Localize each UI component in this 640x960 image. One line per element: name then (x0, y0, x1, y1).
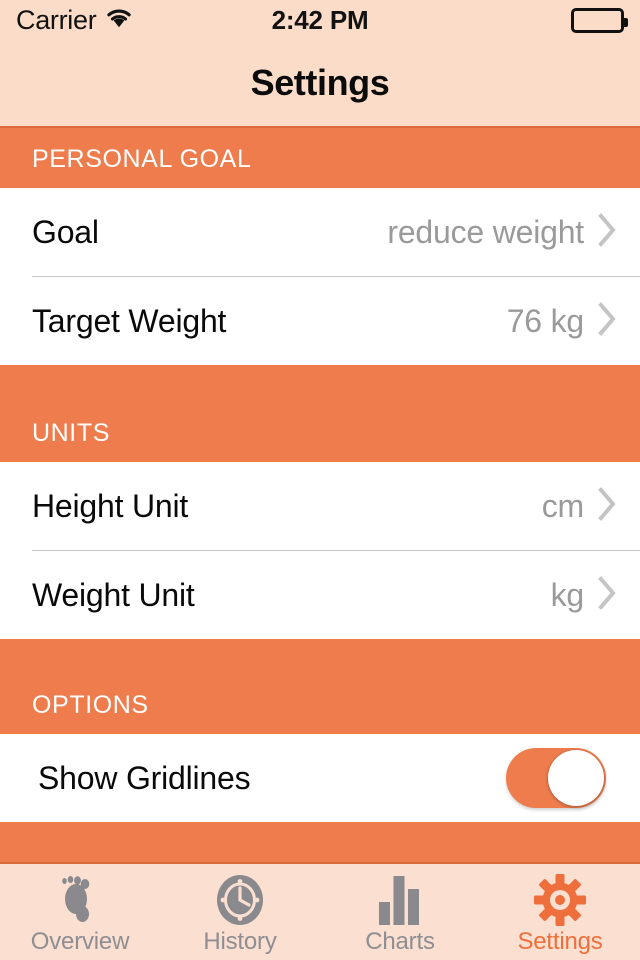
clock-icon (215, 874, 265, 926)
tab-label: History (203, 928, 277, 955)
row-title: Show Gridlines (38, 759, 251, 796)
show-gridlines-toggle[interactable] (506, 748, 606, 808)
row-target-weight[interactable]: Target Weight 76 kg (0, 277, 640, 365)
carrier-label: Carrier (16, 4, 97, 35)
row-goal[interactable]: Goal reduce weight (0, 188, 640, 276)
table-footer-space (0, 822, 640, 862)
tab-label: Overview (30, 928, 130, 955)
row-accessory-group: 76 kg (506, 301, 618, 341)
row-accessory-group (506, 748, 606, 808)
status-bar-right (571, 7, 628, 33)
wifi-icon (105, 7, 133, 33)
chevron-right-icon (598, 301, 618, 341)
row-title: Weight Unit (32, 576, 195, 613)
tab-bar[interactable]: Overview History Charts Settings (0, 862, 640, 960)
section-rows-personal-goal: Goal reduce weight Target Weight 76 kg (0, 188, 640, 365)
tab-charts[interactable]: Charts (320, 864, 480, 960)
row-value: cm (541, 487, 584, 524)
navigation-bar: Settings (0, 40, 640, 128)
gear-icon (534, 874, 586, 926)
bar-chart-icon (377, 874, 423, 926)
settings-table[interactable]: PERSONAL GOAL Goal reduce weight Target … (0, 128, 640, 862)
row-weight-unit[interactable]: Weight Unit kg (0, 551, 640, 639)
tab-label: Settings (517, 928, 603, 955)
toggle-knob (548, 750, 604, 806)
settings-screen: Carrier 2:42 PM Settings PERSONAL GOAL G… (0, 0, 640, 960)
battery-full-icon (571, 7, 628, 33)
row-title: Goal (32, 213, 99, 250)
row-show-gridlines[interactable]: Show Gridlines (0, 734, 640, 822)
section-header-label: PERSONAL GOAL (32, 145, 252, 173)
footprint-icon (56, 874, 104, 926)
status-bar: Carrier 2:42 PM (0, 0, 640, 40)
row-title: Height Unit (32, 487, 189, 524)
row-height-unit[interactable]: Height Unit cm (0, 462, 640, 550)
section-header-options: OPTIONS (0, 639, 640, 734)
section-header-units: UNITS (0, 365, 640, 462)
section-header-label: UNITS (32, 419, 110, 447)
section-rows-units: Height Unit cm Weight Unit kg (0, 462, 640, 639)
tab-overview[interactable]: Overview (0, 864, 160, 960)
chevron-right-icon (598, 575, 618, 615)
status-bar-left: Carrier (16, 4, 133, 35)
tab-label: Charts (365, 928, 435, 955)
section-header-personal-goal: PERSONAL GOAL (0, 128, 640, 188)
row-accessory-group: kg (550, 575, 618, 615)
page-title: Settings (250, 62, 390, 103)
row-accessory-group: cm (541, 486, 618, 526)
row-accessory-group: reduce weight (387, 212, 618, 252)
tab-settings[interactable]: Settings (480, 864, 640, 960)
row-value: reduce weight (387, 213, 584, 250)
section-header-label: OPTIONS (32, 691, 149, 719)
row-title: Target Weight (32, 302, 227, 339)
chevron-right-icon (598, 212, 618, 252)
row-value: kg (550, 576, 585, 613)
row-value: 76 kg (506, 302, 584, 339)
section-rows-options: Show Gridlines (0, 734, 640, 822)
tab-history[interactable]: History (160, 864, 320, 960)
chevron-right-icon (598, 486, 618, 526)
